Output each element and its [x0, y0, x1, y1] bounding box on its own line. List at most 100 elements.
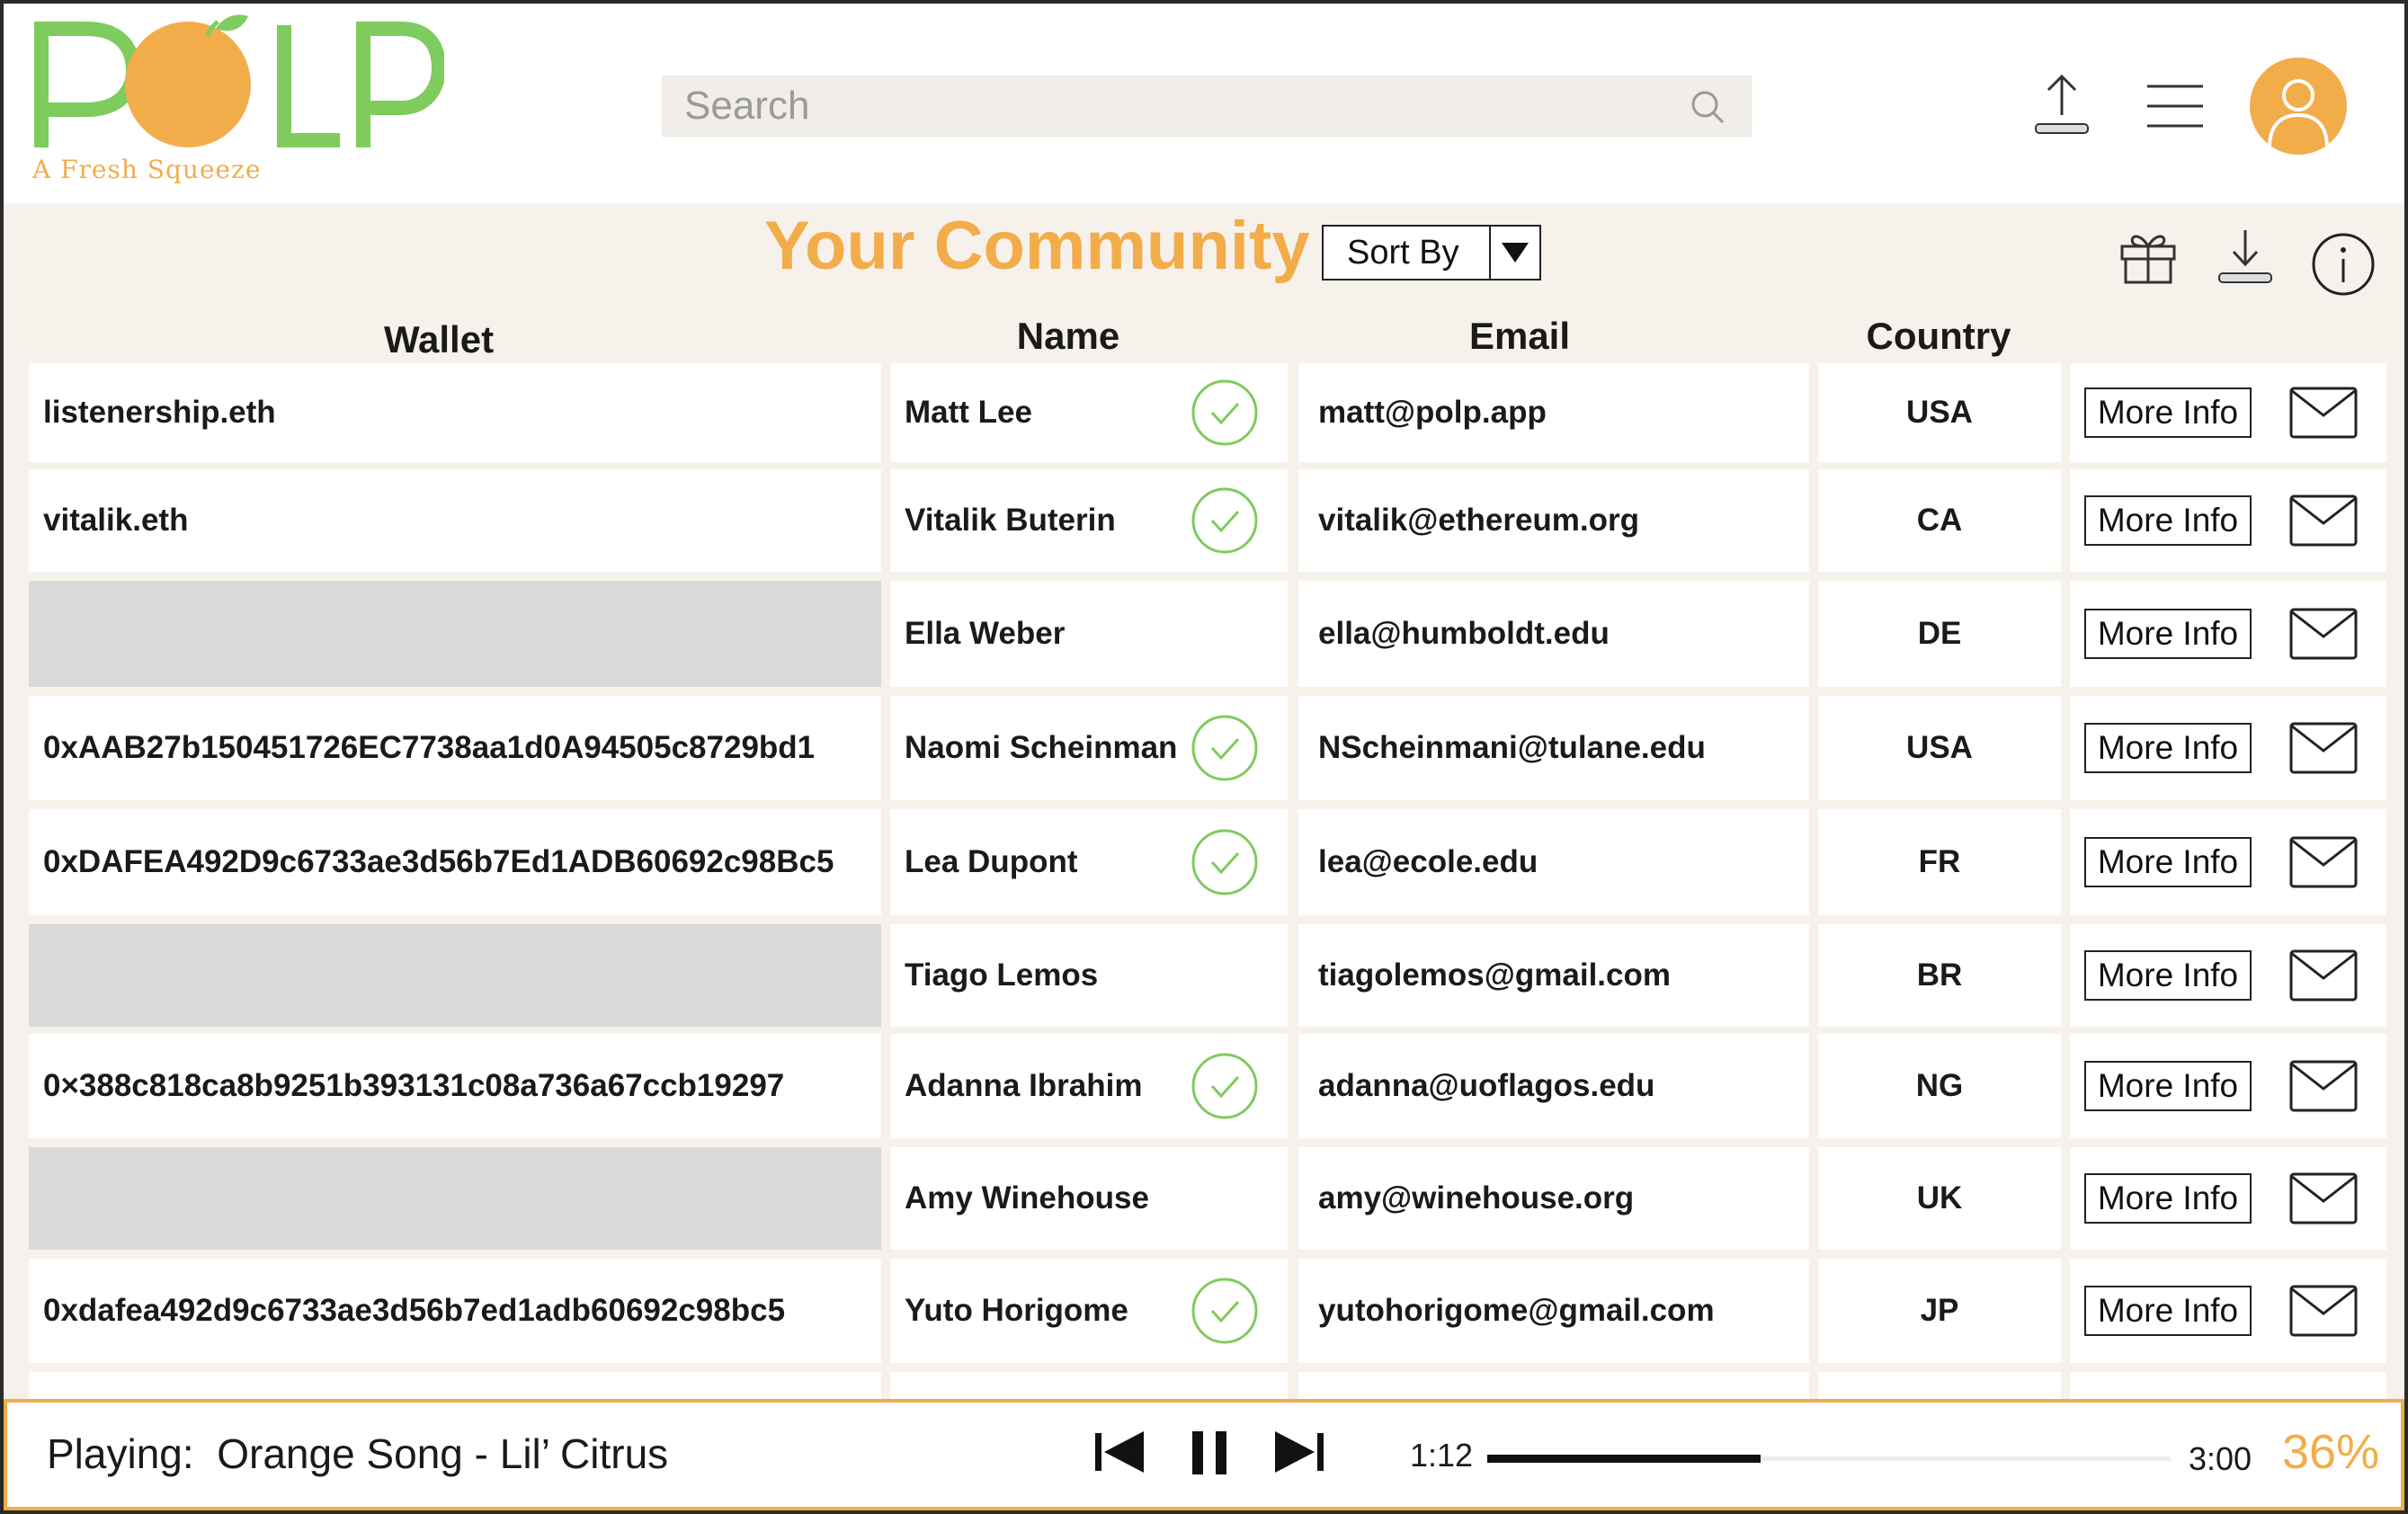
now-playing: Playing: Orange Song - Lil’ Citrus [47, 1429, 668, 1478]
actions-cell: More Info [2070, 363, 2386, 462]
email-text: ella@humboldt.edu [1318, 616, 1610, 651]
country-text: NG [1915, 1068, 1964, 1103]
country-cell: UK [1818, 1147, 2061, 1250]
user-avatar[interactable] [2250, 58, 2347, 155]
more-info-button[interactable]: More Info [2084, 1173, 2252, 1224]
column-header-email[interactable]: Email [1469, 315, 1570, 358]
country-text: USA [1906, 730, 1973, 765]
header: A Fresh Squeeze [4, 4, 2404, 203]
more-info-button[interactable]: More Info [2084, 1286, 2252, 1336]
more-info-button[interactable]: More Info [2084, 609, 2252, 659]
mail-icon[interactable] [2289, 722, 2358, 774]
country-cell: JP [1818, 1259, 2061, 1363]
column-header-country[interactable]: Country [1867, 315, 2011, 358]
pause-icon[interactable] [1189, 1429, 1232, 1476]
name-cell: Amy Winehouse [890, 1147, 1288, 1250]
download-icon[interactable] [2216, 228, 2275, 288]
wallet-cell [29, 1147, 881, 1250]
country-text: CA [1916, 503, 1963, 538]
elapsed-time: 1:12 [1410, 1437, 1474, 1474]
email-text: adanna@uoflagos.edu [1318, 1068, 1655, 1103]
country-cell: DE [1818, 581, 2061, 687]
email-text: amy@winehouse.org [1318, 1180, 1635, 1216]
table-row[interactable]: 0xdafea492d9c6733ae3d56b7ed1adb60692c98b… [4, 1259, 2404, 1363]
search-input[interactable] [663, 76, 1670, 136]
mail-icon[interactable] [2289, 387, 2358, 439]
mail-icon[interactable] [2289, 836, 2358, 888]
search-icon[interactable] [1688, 87, 1727, 127]
column-header-wallet[interactable]: Wallet [384, 318, 494, 361]
sort-by-dropdown[interactable]: Sort By [1322, 225, 1541, 281]
gift-icon[interactable] [2117, 227, 2180, 286]
verified-check-icon [1191, 1053, 1258, 1119]
more-info-button[interactable]: More Info [2084, 495, 2252, 546]
actions-cell: More Info [2070, 1259, 2386, 1363]
country-cell: NG [1818, 1034, 2061, 1138]
next-track-icon[interactable] [1273, 1429, 1325, 1474]
name-cell: Lea Dupont [890, 809, 1288, 915]
more-info-button[interactable]: More Info [2084, 723, 2252, 773]
mail-icon[interactable] [2289, 949, 2358, 1002]
table-row[interactable]: vitalik.eth Vitalik Buterin vitalik@ethere… [4, 469, 2404, 572]
caret-down-icon [1502, 243, 1529, 263]
email-cell: yutohorigome@gmail.com [1298, 1259, 1809, 1363]
more-info-button[interactable]: More Info [2084, 1061, 2252, 1111]
wallet-cell: vitalik.eth [29, 469, 881, 572]
members-table: listenership.eth Matt Lee matt@polp.app USA… [4, 363, 2404, 1403]
verified-check-icon [1191, 829, 1258, 895]
hamburger-menu-icon[interactable] [2145, 83, 2205, 129]
music-player: Playing: Orange Song - Lil’ Citrus 1:12 … [4, 1399, 2404, 1510]
table-row[interactable]: Tiago Lemos tiagolemos@gmail.com BR More In… [4, 924, 2404, 1027]
table-row[interactable]: Ella Weber ella@humboldt.edu DE More Info [4, 581, 2404, 687]
more-info-button[interactable]: More Info [2084, 950, 2252, 1001]
email-cell: amy@winehouse.org [1298, 1147, 1809, 1250]
table-row[interactable]: 0xAAB27b150451726EC7738aa1d0A94505c8729b… [4, 696, 2404, 800]
country-text: JP [1920, 1293, 1959, 1328]
actions-cell [2070, 1372, 2386, 1403]
name-cell: Matt Lee [890, 363, 1288, 462]
wallet-text: 0xDAFEA492D9c6733ae3d56b7Ed1ADB60692c98B… [43, 844, 834, 879]
mail-icon[interactable] [2289, 608, 2358, 660]
name-text: Amy Winehouse [905, 1180, 1149, 1216]
name-text: Vitalik Buterin [905, 503, 1116, 538]
verified-check-icon [1191, 715, 1258, 781]
table-row[interactable]: 0×388c818ca8b9251b393131c08a736a67ccb192… [4, 1034, 2404, 1138]
mail-icon[interactable] [2289, 1060, 2358, 1112]
mail-icon[interactable] [2289, 1172, 2358, 1225]
email-cell: adanna@uoflagos.edu [1298, 1034, 1809, 1138]
progress-fill [1487, 1455, 1761, 1463]
table-row[interactable] [4, 1372, 2404, 1403]
email-text: tiagolemos@gmail.com [1318, 957, 1671, 993]
table-row[interactable]: 0xDAFEA492D9c6733ae3d56b7Ed1ADB60692c98B… [4, 809, 2404, 915]
name-text: Lea Dupont [905, 844, 1078, 879]
mail-icon[interactable] [2289, 494, 2358, 547]
previous-track-icon[interactable] [1093, 1429, 1146, 1474]
volume-level[interactable]: 36% [2282, 1424, 2379, 1480]
email-cell: ella@humboldt.edu [1298, 581, 1809, 687]
email-cell: tiagolemos@gmail.com [1298, 924, 1809, 1027]
table-row[interactable]: Amy Winehouse amy@winehouse.org UK More Inf… [4, 1147, 2404, 1250]
wallet-cell: 0xDAFEA492D9c6733ae3d56b7Ed1ADB60692c98B… [29, 809, 881, 915]
brand-tagline: A Fresh Squeeze [32, 155, 262, 184]
more-info-button[interactable]: More Info [2084, 387, 2252, 438]
now-playing-label: Playing: [47, 1430, 194, 1477]
more-info-button[interactable]: More Info [2084, 837, 2252, 887]
info-icon[interactable] [2311, 232, 2376, 297]
table-row[interactable]: listenership.eth Matt Lee matt@polp.app USA… [4, 363, 2404, 462]
search-bar [662, 76, 1752, 137]
verified-check-icon [1191, 1278, 1258, 1344]
user-avatar-icon [2268, 79, 2329, 148]
dropdown-arrow[interactable] [1491, 227, 1539, 279]
progress-track[interactable] [1487, 1455, 2171, 1463]
country-text: DE [1917, 616, 1962, 651]
mail-icon[interactable] [2289, 1285, 2358, 1337]
name-text: Matt Lee [905, 395, 1032, 430]
column-header-name[interactable]: Name [1017, 315, 1119, 358]
country-text: UK [1916, 1180, 1963, 1216]
wallet-cell: listenership.eth [29, 363, 881, 462]
email-text: lea@ecole.edu [1318, 844, 1538, 879]
wallet-cell: 0xdafea492d9c6733ae3d56b7ed1adb60692c98b… [29, 1259, 881, 1363]
name-text: Naomi Scheinman [905, 730, 1178, 765]
wallet-cell [29, 1372, 881, 1403]
upload-icon[interactable] [2030, 72, 2093, 138]
